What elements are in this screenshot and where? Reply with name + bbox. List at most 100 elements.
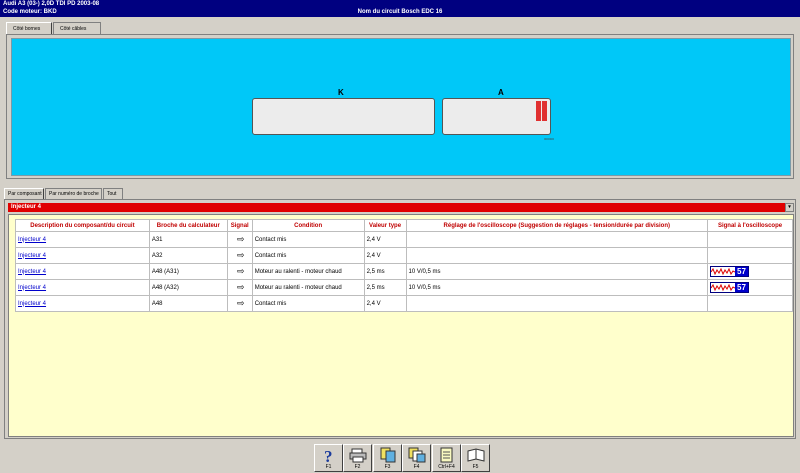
connector-pin[interactable] bbox=[382, 101, 387, 111]
connector-pin[interactable] bbox=[262, 101, 267, 111]
connector-pin[interactable] bbox=[530, 123, 535, 133]
connector-pin[interactable] bbox=[388, 111, 393, 121]
connector-pin[interactable] bbox=[536, 101, 541, 111]
connector-pin[interactable] bbox=[306, 111, 311, 121]
connector-pin[interactable] bbox=[287, 111, 292, 121]
connector-pin[interactable] bbox=[350, 111, 355, 121]
connector-pin[interactable] bbox=[488, 111, 493, 121]
connector-pin[interactable] bbox=[388, 101, 393, 111]
multi-view-button[interactable]: F4 bbox=[402, 444, 431, 472]
tab-par-numero-broche[interactable]: Par numéro de broche bbox=[45, 188, 102, 199]
component-link[interactable]: Injecteur 4 bbox=[15, 247, 150, 264]
component-select[interactable]: Injecteur 4 ▾ bbox=[8, 203, 794, 212]
connector-pin[interactable] bbox=[269, 111, 274, 121]
connector-pin[interactable] bbox=[518, 101, 523, 111]
connector-pin[interactable] bbox=[426, 123, 431, 133]
connector-pin[interactable] bbox=[542, 101, 547, 111]
connector-pin[interactable] bbox=[426, 111, 431, 121]
connector-pin[interactable] bbox=[407, 101, 412, 111]
connector-pin[interactable] bbox=[300, 123, 305, 133]
connector-pin[interactable] bbox=[369, 123, 374, 133]
connector-pin[interactable] bbox=[464, 101, 469, 111]
connector-pin[interactable] bbox=[476, 111, 481, 121]
connector-pin[interactable] bbox=[458, 101, 463, 111]
connector-pin[interactable] bbox=[344, 123, 349, 133]
connector-pin[interactable] bbox=[518, 123, 523, 133]
connector-pin[interactable] bbox=[338, 111, 343, 121]
connector-pin[interactable] bbox=[262, 123, 267, 133]
connector-pin[interactable] bbox=[530, 101, 535, 111]
connector-pin[interactable] bbox=[344, 101, 349, 111]
connector-pin[interactable] bbox=[488, 101, 493, 111]
connector-pin[interactable] bbox=[524, 101, 529, 111]
copy-button[interactable]: F3 bbox=[373, 444, 402, 472]
connector-pin[interactable] bbox=[452, 123, 457, 133]
connector-pin[interactable] bbox=[407, 111, 412, 121]
oscilloscope-thumbnail-button[interactable]: 57 bbox=[710, 265, 749, 277]
connector-pin[interactable] bbox=[269, 123, 274, 133]
connector-pin[interactable] bbox=[394, 111, 399, 121]
connector-pin[interactable] bbox=[458, 123, 463, 133]
connector-pin[interactable] bbox=[357, 101, 362, 111]
connector-pin[interactable] bbox=[506, 101, 511, 111]
connector-pin[interactable] bbox=[470, 123, 475, 133]
connector-pin[interactable] bbox=[357, 123, 362, 133]
connector-pin[interactable] bbox=[313, 101, 318, 111]
connector-pin[interactable] bbox=[344, 111, 349, 121]
connector-pin[interactable] bbox=[275, 101, 280, 111]
connector-pin[interactable] bbox=[375, 123, 380, 133]
connector-pin[interactable] bbox=[512, 101, 517, 111]
print-button[interactable]: F2 bbox=[343, 444, 372, 472]
chevron-down-icon[interactable]: ▾ bbox=[785, 203, 794, 212]
tab-tout[interactable]: Tout bbox=[103, 188, 123, 199]
connector-pin[interactable] bbox=[394, 101, 399, 111]
connector-pin[interactable] bbox=[482, 111, 487, 121]
connector-pin[interactable] bbox=[338, 101, 343, 111]
component-link[interactable]: Injecteur 4 bbox=[15, 263, 150, 280]
connector-pin[interactable] bbox=[294, 101, 299, 111]
connector-pin[interactable] bbox=[388, 123, 393, 133]
tab-cote-cables[interactable]: Côté câbles bbox=[53, 22, 101, 34]
connector-pin[interactable] bbox=[331, 111, 336, 121]
connector-pin[interactable] bbox=[294, 111, 299, 121]
connector-pin[interactable] bbox=[500, 123, 505, 133]
connector-pin[interactable] bbox=[506, 111, 511, 121]
connector-pin[interactable] bbox=[482, 101, 487, 111]
connector-pin[interactable] bbox=[419, 111, 424, 121]
connector-pin[interactable] bbox=[369, 111, 374, 121]
connector-pin[interactable] bbox=[331, 123, 336, 133]
connector-pin[interactable] bbox=[382, 123, 387, 133]
connector-pin[interactable] bbox=[512, 111, 517, 121]
connector-pin[interactable] bbox=[256, 123, 261, 133]
connector-pin[interactable] bbox=[426, 101, 431, 111]
connector-pin[interactable] bbox=[536, 123, 541, 133]
connector-pin[interactable] bbox=[350, 101, 355, 111]
connector-pin[interactable] bbox=[446, 101, 451, 111]
connector-pin[interactable] bbox=[400, 123, 405, 133]
connector-pin[interactable] bbox=[319, 101, 324, 111]
connector-pin[interactable] bbox=[287, 101, 292, 111]
connector-pin[interactable] bbox=[494, 101, 499, 111]
notes-button[interactable]: Ctrl+F4 bbox=[432, 444, 461, 472]
connector-pin[interactable] bbox=[313, 111, 318, 121]
connector-pin[interactable] bbox=[482, 123, 487, 133]
connector-a[interactable] bbox=[442, 98, 551, 135]
connector-pin[interactable] bbox=[542, 123, 547, 133]
connector-pin[interactable] bbox=[506, 123, 511, 133]
connector-pin[interactable] bbox=[375, 111, 380, 121]
connector-pin[interactable] bbox=[500, 111, 505, 121]
connector-pin[interactable] bbox=[464, 123, 469, 133]
connector-pin[interactable] bbox=[476, 123, 481, 133]
connector-pin[interactable] bbox=[400, 111, 405, 121]
connector-pin[interactable] bbox=[446, 123, 451, 133]
component-link[interactable]: Injecteur 4 bbox=[15, 231, 150, 248]
connector-pin[interactable] bbox=[350, 123, 355, 133]
connector-pin[interactable] bbox=[363, 101, 368, 111]
connector-pin[interactable] bbox=[294, 123, 299, 133]
connector-pin[interactable] bbox=[300, 101, 305, 111]
connector-pin[interactable] bbox=[306, 101, 311, 111]
connector-pin[interactable] bbox=[413, 123, 418, 133]
connector-pin[interactable] bbox=[325, 101, 330, 111]
connector-pin[interactable] bbox=[476, 101, 481, 111]
connector-pin[interactable] bbox=[275, 123, 280, 133]
